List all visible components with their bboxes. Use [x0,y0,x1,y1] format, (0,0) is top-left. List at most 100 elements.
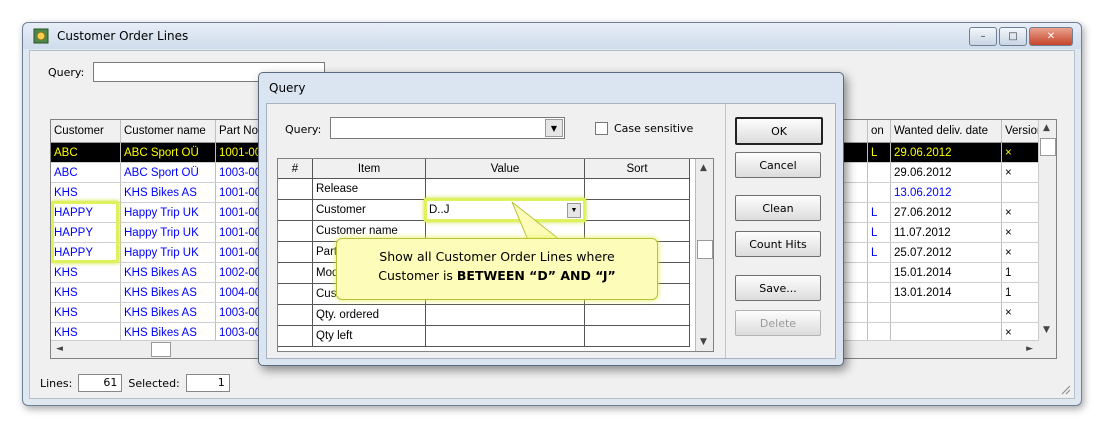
cell-customer-name[interactable]: Happy Trip UK [120,222,216,243]
cell-wanted-deliv-date[interactable]: 29.06.2012 [890,142,1002,163]
cell-on[interactable]: L [867,222,891,243]
ok-button[interactable]: OK [735,117,823,145]
dialog-query-combo[interactable]: ▼ [330,117,565,139]
cell-wanted-deliv-date[interactable] [890,302,1002,323]
q-cell-item: Release [312,178,426,200]
status-bar: Lines: 61 Selected: 1 [40,374,230,392]
cell-on[interactable] [867,182,891,203]
cell-wanted-deliv-date[interactable]: 15.01.2014 [890,262,1002,283]
dialog-title: Query [269,81,306,95]
col-header-customer-name[interactable]: Customer name [120,120,216,143]
cell-on[interactable]: L [867,142,891,163]
scroll-up-icon[interactable]: ▲ [1043,123,1050,133]
cell-customer[interactable]: KHS [51,282,121,303]
dialog-query-label: Query: [285,123,322,136]
query-grid-scrollbar[interactable]: ▲ ▼ [695,159,713,351]
scroll-left-icon[interactable]: ◄ [56,344,63,354]
col-header-on[interactable]: on [867,120,891,143]
minimize-button[interactable]: – [969,27,997,46]
cell-customer-name[interactable]: KHS Bikes AS [120,302,216,323]
q-cell-number [278,199,313,221]
cell-wanted-deliv-date[interactable]: 13.06.2012 [890,182,1002,203]
scroll-down-icon[interactable]: ▼ [1043,325,1050,335]
q-cell-sort[interactable] [584,199,690,221]
q-cell-sort[interactable] [584,178,690,200]
cell-customer-name[interactable]: Happy Trip UK [120,242,216,263]
maximize-button[interactable]: □ [999,27,1027,46]
col-header-wanted-deliv-date[interactable]: Wanted deliv. date [890,120,1002,143]
app-icon [33,28,49,44]
query-label: Query: [48,66,85,79]
cell-customer[interactable]: ABC [51,162,121,183]
lines-count: 61 [78,374,123,392]
q-cell-number [278,325,313,347]
cell-on[interactable] [867,262,891,283]
checkbox-box[interactable] [595,122,608,135]
q-cell-number [278,304,313,326]
cell-on[interactable] [867,162,891,183]
resize-grip-icon[interactable] [1059,383,1071,395]
q-scroll-thumb[interactable] [697,240,713,259]
close-button[interactable]: ✕ [1029,27,1073,46]
query-row[interactable]: Qty left [278,325,690,347]
cell-wanted-deliv-date[interactable]: 11.07.2012 [890,222,1002,243]
cell-wanted-deliv-date[interactable]: 27.06.2012 [890,202,1002,223]
cell-wanted-deliv-date[interactable]: 29.06.2012 [890,162,1002,183]
count-hits-button[interactable]: Count Hits [735,231,821,257]
cell-customer-name[interactable]: ABC Sport OÜ [120,142,216,163]
callout-line-2-prefix: Customer is [378,268,457,283]
cell-on[interactable]: L [867,242,891,263]
cell-customer[interactable]: KHS [51,182,121,203]
q-cell-value[interactable] [425,178,585,200]
cancel-button[interactable]: Cancel [735,152,821,178]
q-cell-number [278,283,313,305]
cell-customer[interactable]: KHS [51,302,121,323]
col-header-customer[interactable]: Customer [51,120,121,143]
callout-line-2: Customer is BETWEEN “D” AND “J” [337,266,657,285]
cell-customer[interactable]: ABC [51,142,121,163]
q-cell-item: Customer [312,199,426,221]
save-button[interactable]: Save... [735,275,821,301]
query-row[interactable]: Release [278,178,690,200]
q-cell-value[interactable] [425,304,585,326]
cell-customer-name[interactable]: KHS Bikes AS [120,282,216,303]
button-separator [725,104,726,358]
q-cell-sort[interactable] [584,325,690,347]
cell-wanted-deliv-date[interactable]: 25.07.2012 [890,242,1002,263]
cell-on[interactable] [867,282,891,303]
scroll-thumb[interactable] [1040,138,1056,156]
grid-vertical-scrollbar[interactable]: ▲ ▼ [1038,120,1056,358]
q-cell-value[interactable] [425,325,585,347]
callout-line-1: Show all Customer Order Lines where [379,249,615,264]
cell-customer-name[interactable]: ABC Sport OÜ [120,162,216,183]
q-cell-sort[interactable] [584,304,690,326]
callout-line-2-bold: BETWEEN “D” AND “J” [456,268,616,283]
title-bar[interactable]: Customer Order Lines – □ ✕ [23,23,1081,49]
clean-button[interactable]: Clean [735,195,821,221]
q-cell-number [278,220,313,242]
delete-button[interactable]: Delete [735,310,821,336]
callout-pointer [511,201,562,241]
q-scroll-up-icon[interactable]: ▲ [700,163,707,173]
cell-on[interactable]: L [867,202,891,223]
case-sensitive-checkbox[interactable]: Case sensitive [595,122,693,135]
q-scroll-down-icon[interactable]: ▼ [700,337,707,347]
happy-customers-highlight [51,201,119,263]
h-scroll-thumb[interactable] [151,342,171,357]
q-cell-item: Qty left [312,325,426,347]
q-col-sort: Sort [584,159,690,179]
cell-customer-name[interactable]: Happy Trip UK [120,202,216,223]
query-row[interactable]: Qty. ordered [278,304,690,326]
chevron-down-icon[interactable]: ▼ [545,119,563,137]
scroll-right-icon[interactable]: ► [1026,344,1033,354]
window-title: Customer Order Lines [57,29,189,43]
cell-customer-name[interactable]: KHS Bikes AS [120,262,216,283]
lines-label: Lines: [40,376,73,390]
cell-customer[interactable]: KHS [51,262,121,283]
selected-label: Selected: [128,376,180,390]
annotation-callout: Show all Customer Order Lines where Cust… [336,238,658,300]
q-cell-number [278,262,313,284]
cell-customer-name[interactable]: KHS Bikes AS [120,182,216,203]
cell-on[interactable] [867,302,891,323]
cell-wanted-deliv-date[interactable]: 13.01.2014 [890,282,1002,303]
